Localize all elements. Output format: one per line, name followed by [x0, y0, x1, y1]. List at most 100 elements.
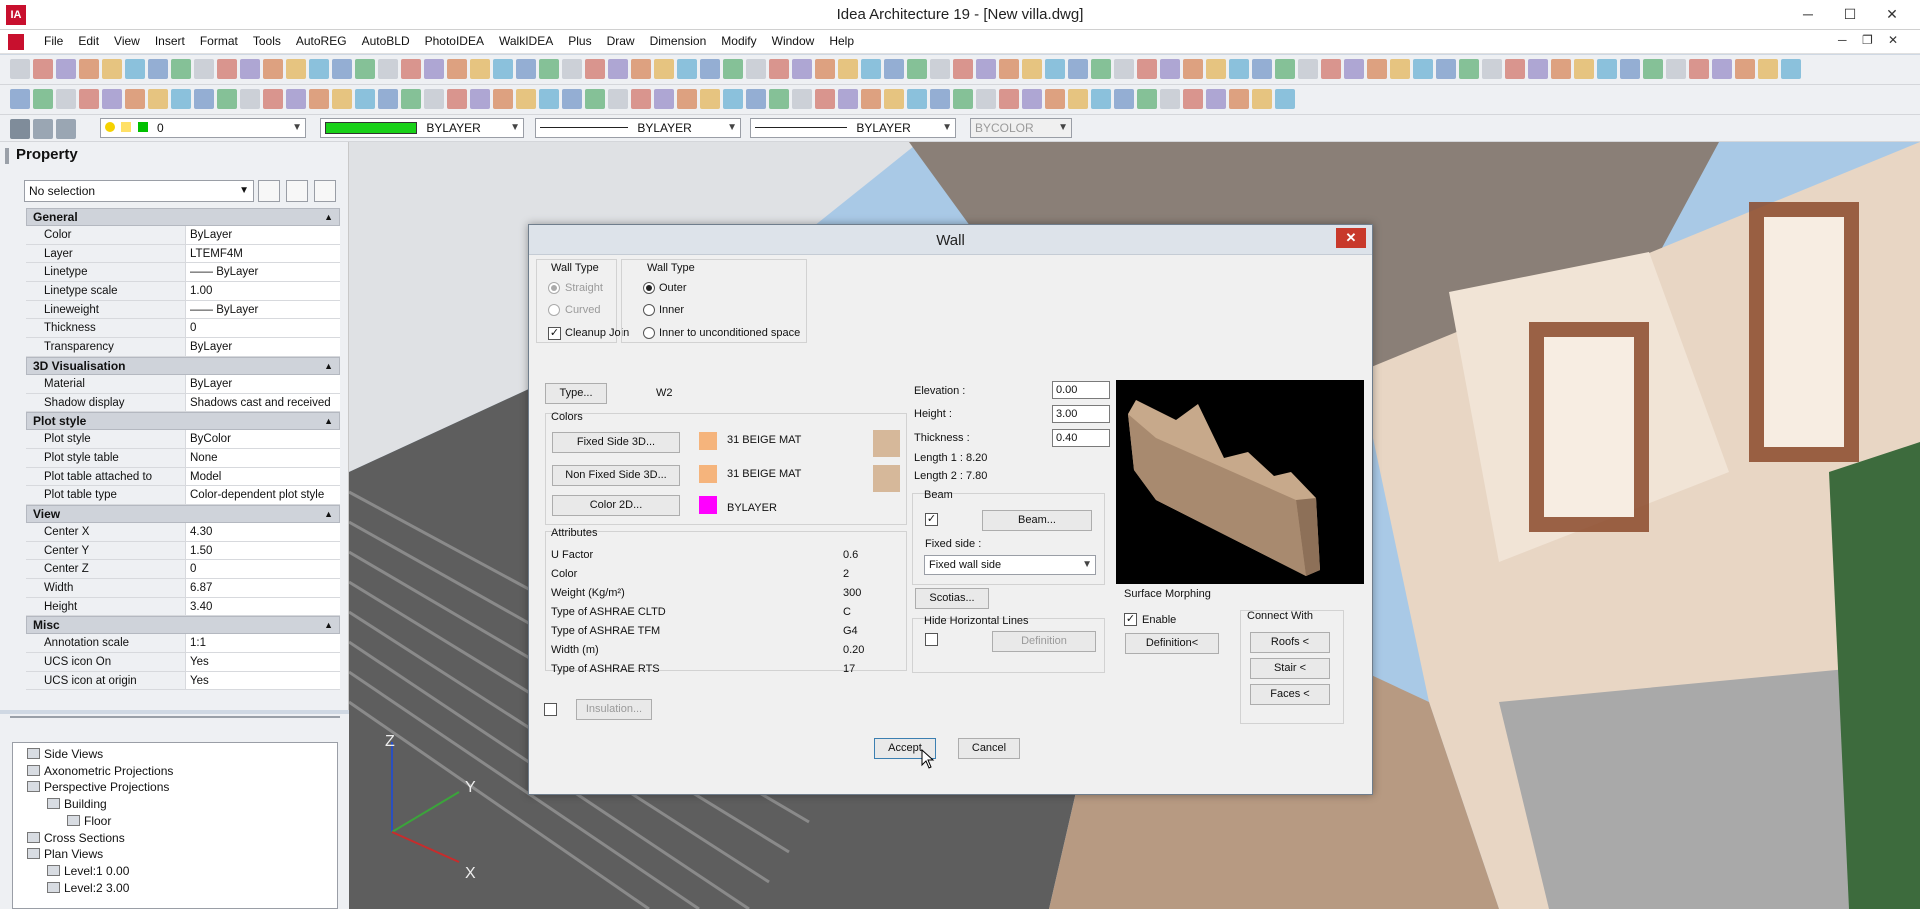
architecture-tool-icon[interactable]	[240, 89, 260, 109]
standard-tool-icon[interactable]	[355, 59, 375, 79]
standard-tool-icon[interactable]	[1712, 59, 1732, 79]
architecture-tool-icon[interactable]	[56, 89, 76, 109]
property-value[interactable]: 4.30	[186, 522, 340, 541]
property-row[interactable]: UCS icon at origin Yes	[26, 671, 340, 691]
property-row[interactable]: Plot table type Color-dependent plot styl…	[26, 486, 340, 505]
property-row[interactable]: Center X 4.30	[26, 522, 340, 542]
standard-tool-icon[interactable]	[539, 59, 559, 79]
standard-tool-icon[interactable]	[217, 59, 237, 79]
standard-tool-icon[interactable]	[493, 59, 513, 79]
collapse-icon[interactable]: ▲	[324, 617, 333, 633]
architecture-tool-icon[interactable]	[1114, 89, 1134, 109]
tree-node[interactable]: Plan Views	[27, 847, 103, 861]
standard-tool-icon[interactable]	[746, 59, 766, 79]
tree-node[interactable]: Cross Sections	[27, 831, 125, 845]
standard-tool-icon[interactable]	[447, 59, 467, 79]
standard-tool-icon[interactable]	[1298, 59, 1318, 79]
beam-checkbox[interactable]: ✓	[925, 513, 938, 526]
inner-unconditioned-radio[interactable]	[643, 327, 655, 339]
architecture-tool-icon[interactable]	[355, 89, 375, 109]
property-value[interactable]: Shadows cast and received	[186, 393, 340, 412]
standard-tool-icon[interactable]	[125, 59, 145, 79]
property-category[interactable]: View ▲	[26, 504, 340, 523]
architecture-tool-icon[interactable]	[1045, 89, 1065, 109]
architecture-tool-icon[interactable]	[999, 89, 1019, 109]
architecture-tool-icon[interactable]	[1206, 89, 1226, 109]
property-row[interactable]: Plot table attached to Model	[26, 467, 340, 487]
standard-tool-icon[interactable]	[1735, 59, 1755, 79]
standard-tool-icon[interactable]	[1321, 59, 1341, 79]
property-row[interactable]: Material ByLayer	[26, 374, 340, 394]
property-category[interactable]: 3D Visualisation ▲	[26, 356, 340, 375]
standard-tool-icon[interactable]	[1459, 59, 1479, 79]
architecture-tool-icon[interactable]	[470, 89, 490, 109]
property-row[interactable]: Shadow display Shadows cast and received	[26, 393, 340, 413]
architecture-tool-icon[interactable]	[493, 89, 513, 109]
property-category[interactable]: General ▲	[26, 208, 340, 226]
curved-radio[interactable]	[548, 304, 560, 316]
layer-state-icon[interactable]	[33, 119, 53, 139]
architecture-tool-icon[interactable]	[401, 89, 421, 109]
standard-tool-icon[interactable]	[930, 59, 950, 79]
property-value[interactable]: None	[186, 448, 340, 467]
standard-tool-icon[interactable]	[1758, 59, 1778, 79]
selection-select[interactable]: No selection ▼	[24, 180, 254, 202]
connect-stair-button[interactable]: Stair <	[1250, 658, 1330, 679]
property-value[interactable]: —— ByLayer	[186, 263, 340, 282]
standard-tool-icon[interactable]	[677, 59, 697, 79]
layer-manager-icon[interactable]	[10, 119, 30, 139]
surface-morphing-checkbox[interactable]: ✓	[1124, 613, 1137, 626]
standard-tool-icon[interactable]	[838, 59, 858, 79]
standard-tool-icon[interactable]	[1689, 59, 1709, 79]
property-row[interactable]: Linetype scale 1.00	[26, 282, 340, 301]
architecture-tool-icon[interactable]	[194, 89, 214, 109]
architecture-tool-icon[interactable]	[309, 89, 329, 109]
standard-tool-icon[interactable]	[1022, 59, 1042, 79]
standard-tool-icon[interactable]	[1413, 59, 1433, 79]
standard-tool-icon[interactable]	[1068, 59, 1088, 79]
standard-tool-icon[interactable]	[424, 59, 444, 79]
property-row[interactable]: Annotation scale 1:1	[26, 634, 340, 654]
standard-tool-icon[interactable]	[907, 59, 927, 79]
standard-tool-icon[interactable]	[585, 59, 605, 79]
standard-tool-icon[interactable]	[861, 59, 881, 79]
tree-node[interactable]: Building	[47, 797, 107, 811]
property-row[interactable]: Plot style ByColor	[26, 430, 340, 449]
menu-plus[interactable]: Plus	[568, 34, 591, 48]
dialog-close-button[interactable]: ✕	[1336, 228, 1366, 248]
property-value[interactable]: 6.87	[186, 579, 340, 597]
property-row[interactable]: UCS icon On Yes	[26, 653, 340, 672]
standard-tool-icon[interactable]	[1643, 59, 1663, 79]
dialog-titlebar[interactable]: Wall ✕	[529, 225, 1372, 255]
architecture-tool-icon[interactable]	[33, 89, 53, 109]
architecture-tool-icon[interactable]	[1160, 89, 1180, 109]
standard-tool-icon[interactable]	[1436, 59, 1456, 79]
standard-tool-icon[interactable]	[562, 59, 582, 79]
architecture-tool-icon[interactable]	[10, 89, 30, 109]
cleanup-join-checkbox[interactable]: ✓	[548, 327, 561, 340]
standard-tool-icon[interactable]	[148, 59, 168, 79]
color-2d-button[interactable]: Color 2D...	[552, 495, 680, 516]
property-value[interactable]: 3.40	[186, 597, 340, 616]
property-category[interactable]: Misc ▲	[26, 616, 340, 635]
property-value[interactable]: 0	[186, 560, 340, 578]
standard-tool-icon[interactable]	[1137, 59, 1157, 79]
architecture-tool-icon[interactable]	[516, 89, 536, 109]
property-value[interactable]: ByLayer	[186, 226, 340, 244]
menu-modify[interactable]: Modify	[721, 34, 756, 48]
architecture-tool-icon[interactable]	[1068, 89, 1088, 109]
property-value[interactable]: ByLayer	[186, 338, 340, 356]
connect-faces-button[interactable]: Faces <	[1250, 684, 1330, 705]
menu-view[interactable]: View	[114, 34, 140, 48]
standard-tool-icon[interactable]	[654, 59, 674, 79]
architecture-tool-icon[interactable]	[769, 89, 789, 109]
layer-select[interactable]: 0 ▼	[100, 118, 306, 138]
menu-draw[interactable]: Draw	[607, 34, 635, 48]
menu-tools[interactable]: Tools	[253, 34, 281, 48]
architecture-tool-icon[interactable]	[378, 89, 398, 109]
architecture-tool-icon[interactable]	[585, 89, 605, 109]
menu-photoidea[interactable]: PhotoIDEA	[425, 34, 484, 48]
architecture-tool-icon[interactable]	[792, 89, 812, 109]
standard-tool-icon[interactable]	[1045, 59, 1065, 79]
standard-tool-icon[interactable]	[332, 59, 352, 79]
